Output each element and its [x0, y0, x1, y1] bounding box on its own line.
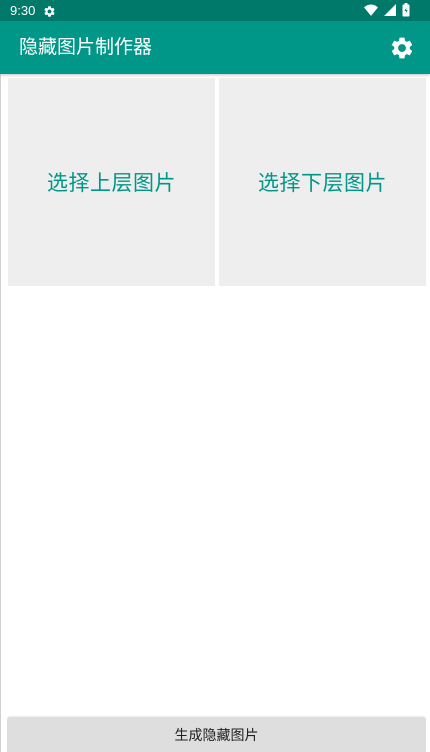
app-bar: 隐藏图片制作器 — [0, 21, 430, 74]
cell-signal-icon — [384, 4, 396, 16]
generate-hidden-image-button[interactable]: 生成隐藏图片 — [7, 717, 426, 752]
generate-hidden-image-label: 生成隐藏图片 — [174, 727, 259, 744]
battery-icon — [402, 3, 410, 17]
status-time: 9:30 — [10, 3, 36, 18]
select-upper-image-label: 选择上层图片 — [47, 171, 176, 195]
status-bar: 9:30 — [0, 0, 430, 21]
settings-status-icon — [43, 3, 56, 17]
app-title: 隐藏图片制作器 — [19, 36, 153, 58]
select-upper-image-button[interactable]: 选择上层图片 — [8, 78, 215, 286]
select-lower-image-label: 选择下层图片 — [258, 171, 387, 195]
status-icons — [364, 3, 410, 17]
settings-button[interactable] — [389, 35, 415, 61]
select-lower-image-button[interactable]: 选择下层图片 — [219, 78, 426, 286]
left-edge-divider — [0, 74, 1, 752]
gear-icon — [389, 37, 415, 65]
wifi-icon — [364, 4, 378, 16]
